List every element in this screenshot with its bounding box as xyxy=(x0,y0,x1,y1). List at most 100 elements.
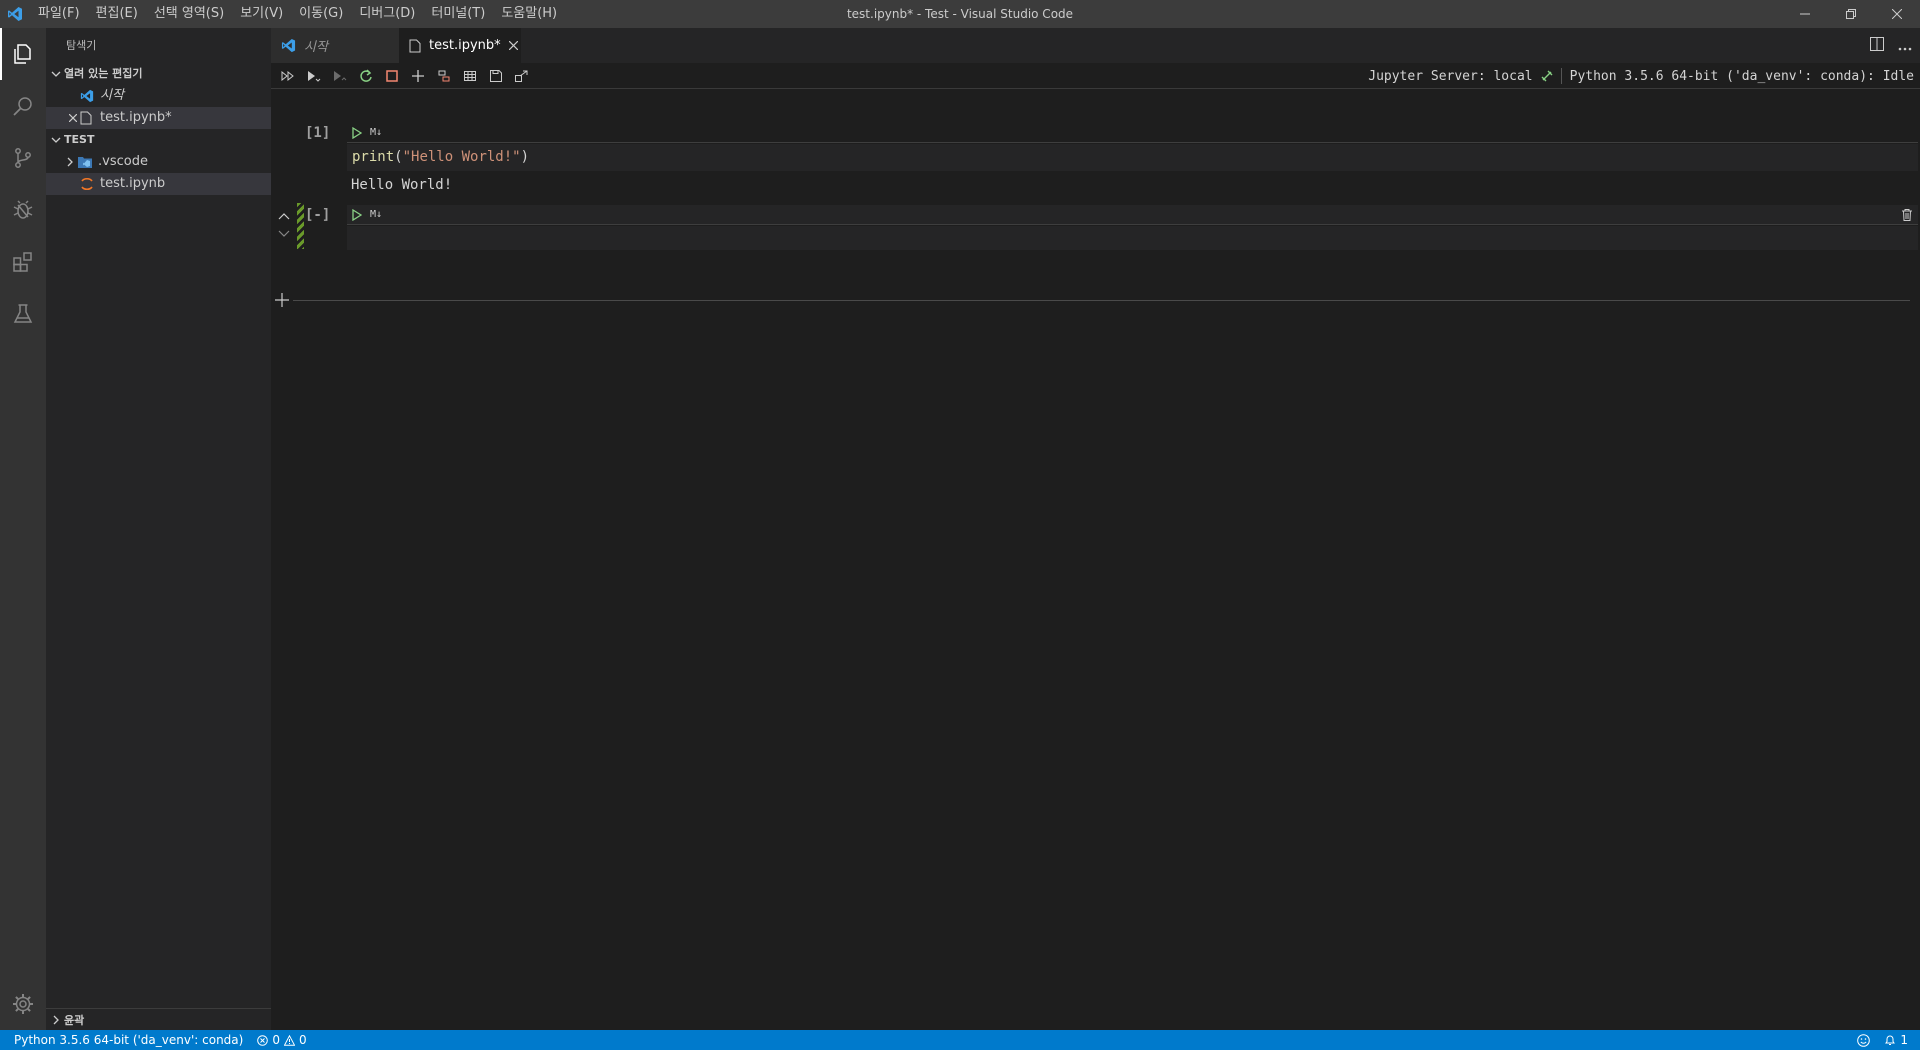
divider-line xyxy=(293,299,1910,301)
vscode-logo-icon xyxy=(0,0,30,28)
explorer-icon[interactable] xyxy=(0,28,46,80)
vscode-logo-icon xyxy=(80,89,96,103)
menu-file[interactable]: 파일(F) xyxy=(30,0,88,28)
open-editors-header[interactable]: 열려 있는 편집기 xyxy=(46,63,271,85)
sidebar-title: 탐색기 xyxy=(66,39,97,52)
close-icon[interactable] xyxy=(508,41,518,50)
export-icon[interactable] xyxy=(509,63,535,89)
warning-count: 0 xyxy=(298,1033,307,1047)
tree-item-notebook[interactable]: test.ipynb xyxy=(46,173,271,195)
tab-label: test.ipynb* xyxy=(429,38,501,53)
menu-help[interactable]: 도움말(H) xyxy=(493,0,565,28)
kernel-status[interactable]: Python 3.5.6 64-bit ('da_venv': conda): … xyxy=(1570,69,1914,84)
add-cell-divider[interactable] xyxy=(275,292,1910,308)
status-right: 1 xyxy=(1850,1030,1920,1050)
run-above-icon[interactable] xyxy=(301,63,327,89)
clear-outputs-icon[interactable] xyxy=(431,63,457,89)
cell-toolbar: M↓ xyxy=(347,123,1918,143)
python-interpreter-status[interactable]: Python 3.5.6 64-bit ('da_venv': conda) xyxy=(0,1030,250,1050)
jupyter-icon xyxy=(80,177,96,191)
chevron-right-icon xyxy=(48,1015,64,1025)
window-controls xyxy=(1782,0,1920,28)
title-bar: 파일(F) 편집(E) 선택 영역(S) 보기(V) 이동(G) 디버그(D) … xyxy=(0,0,1920,28)
close-icon[interactable] xyxy=(66,114,80,122)
menu-view[interactable]: 보기(V) xyxy=(232,0,291,28)
execution-count: [-] xyxy=(305,207,331,223)
bell-icon xyxy=(1884,1034,1896,1046)
minimize-button[interactable] xyxy=(1782,0,1828,28)
editor-area: 시작 test.ipynb* Jupyter Server: local Pyt… xyxy=(271,28,1920,1030)
test-flask-icon[interactable] xyxy=(0,288,46,340)
split-editor-icon[interactable] xyxy=(1870,36,1884,55)
search-icon[interactable] xyxy=(0,80,46,132)
tree-item-label: test.ipynb xyxy=(100,176,166,191)
code-string: "Hello World!" xyxy=(402,149,521,165)
vscode-folder-icon xyxy=(78,156,94,168)
jupyter-server-status[interactable]: Jupyter Server: local xyxy=(1368,69,1532,84)
open-editor-label: 시작 xyxy=(100,88,124,103)
activity-bar xyxy=(0,28,46,1030)
menu-go[interactable]: 이동(G) xyxy=(291,0,351,28)
variables-icon[interactable] xyxy=(457,63,483,89)
menu-selection[interactable]: 선택 영역(S) xyxy=(146,0,232,28)
feedback-smiley-icon[interactable] xyxy=(1850,1030,1877,1050)
cell-output: Hello World! xyxy=(351,177,453,193)
problems-status[interactable]: 0 0 xyxy=(250,1030,313,1050)
run-below-icon[interactable] xyxy=(327,63,353,89)
cell-selection-marker xyxy=(297,203,304,249)
warning-icon xyxy=(283,1034,295,1046)
tab-label: 시작 xyxy=(304,40,328,55)
error-count: 0 xyxy=(272,1033,280,1047)
tab-start[interactable]: 시작 xyxy=(271,28,399,63)
editor-actions xyxy=(1870,28,1912,63)
source-control-icon[interactable] xyxy=(0,132,46,184)
run-all-icon[interactable] xyxy=(275,63,301,89)
code-editor[interactable] xyxy=(347,226,1918,250)
cell-type-toggle[interactable]: M↓ xyxy=(370,209,382,220)
cell-type-toggle[interactable]: M↓ xyxy=(370,127,382,138)
move-cell-up-icon[interactable] xyxy=(278,205,290,224)
debug-icon[interactable] xyxy=(0,184,46,236)
notification-count: 1 xyxy=(1900,1033,1908,1047)
tree-item-label: .vscode xyxy=(98,154,148,169)
code-paren: ) xyxy=(520,149,530,165)
run-cell-icon[interactable] xyxy=(352,126,362,139)
close-window-button[interactable] xyxy=(1874,0,1920,28)
file-icon xyxy=(80,111,96,125)
execution-count: [1] xyxy=(305,125,331,141)
move-cell-down-icon[interactable] xyxy=(278,223,290,242)
menu-edit[interactable]: 편집(E) xyxy=(88,0,146,28)
chevron-down-icon xyxy=(48,135,64,145)
vscode-logo-icon xyxy=(281,38,296,53)
menu-debug[interactable]: 디버그(D) xyxy=(351,0,423,28)
folder-header[interactable]: TEST xyxy=(46,129,271,151)
outline-header[interactable]: 윤곽 xyxy=(46,1008,271,1030)
open-editor-label: test.ipynb* xyxy=(100,110,172,125)
tab-notebook[interactable]: test.ipynb* xyxy=(399,28,521,63)
notifications-status[interactable]: 1 xyxy=(1877,1030,1920,1050)
interrupt-kernel-icon[interactable] xyxy=(379,63,405,89)
open-editor-item-start[interactable]: 시작 xyxy=(46,85,271,107)
save-icon[interactable] xyxy=(483,63,509,89)
status-divider xyxy=(1560,68,1562,84)
tree-item-vscode-folder[interactable]: .vscode xyxy=(46,151,271,173)
notebook-cell[interactable]: [1] M↓ print("Hello World!") Hello World… xyxy=(271,121,1920,211)
open-editors-label: 열려 있는 편집기 xyxy=(64,67,143,80)
error-icon xyxy=(257,1034,269,1046)
restore-button[interactable] xyxy=(1828,0,1874,28)
more-actions-icon[interactable] xyxy=(1898,36,1912,55)
open-editor-item-notebook[interactable]: test.ipynb* xyxy=(46,107,271,129)
extensions-icon[interactable] xyxy=(0,236,46,288)
folder-label: TEST xyxy=(64,133,95,146)
restart-kernel-icon[interactable] xyxy=(353,63,379,89)
notebook-cell-selected[interactable]: [-] M↓ xyxy=(271,203,1920,263)
notebook-toolbar: Jupyter Server: local Python 3.5.6 64-bi… xyxy=(271,63,1920,89)
connected-icon xyxy=(1541,70,1553,82)
menu-terminal[interactable]: 터미널(T) xyxy=(423,0,493,28)
add-cell-plus-icon[interactable] xyxy=(275,293,289,307)
add-cell-icon[interactable] xyxy=(405,63,431,89)
settings-gear-icon[interactable] xyxy=(0,978,46,1030)
run-cell-icon[interactable] xyxy=(352,208,362,221)
delete-cell-icon[interactable] xyxy=(1902,208,1912,221)
code-editor[interactable]: print("Hello World!") xyxy=(347,144,1918,171)
